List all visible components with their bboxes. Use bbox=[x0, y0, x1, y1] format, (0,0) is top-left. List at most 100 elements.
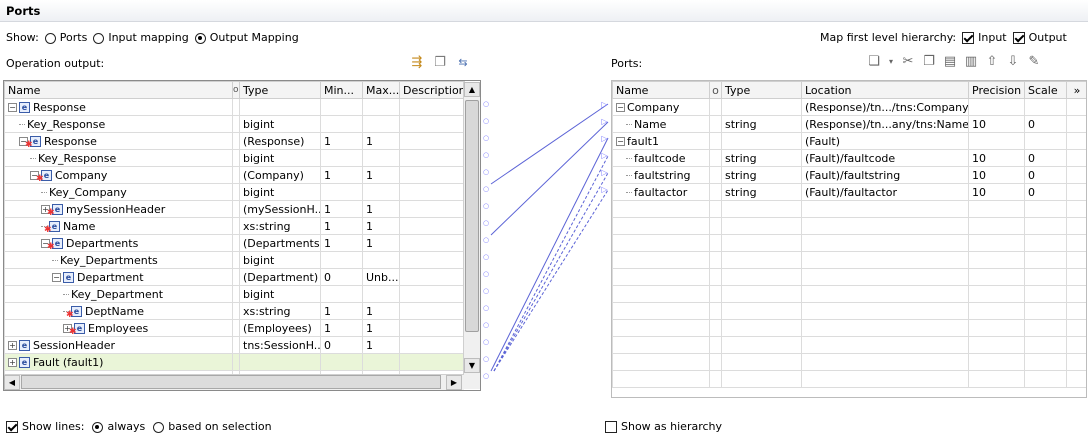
show-as-hierarchy-label[interactable]: Show as hierarchy bbox=[621, 419, 722, 435]
col-min[interactable]: Min... bbox=[320, 81, 363, 99]
row-o-cell[interactable] bbox=[232, 149, 240, 167]
port-location[interactable]: (Response)/tn...any/tns:Name bbox=[801, 115, 969, 133]
row-min[interactable] bbox=[320, 98, 363, 116]
row-max[interactable] bbox=[362, 98, 400, 116]
row-name-cell[interactable]: +emySessionHeader bbox=[4, 200, 233, 218]
expand-icon[interactable]: + bbox=[8, 358, 17, 367]
row-description[interactable] bbox=[399, 217, 465, 235]
port-location[interactable]: (Fault)/faultactor bbox=[801, 183, 969, 201]
row-type[interactable] bbox=[239, 98, 321, 116]
horizontal-scroll-thumb[interactable] bbox=[21, 375, 441, 389]
input-port-arrow[interactable]: ▷ bbox=[598, 181, 611, 198]
port-name-cell[interactable]: − fault1 bbox=[612, 132, 710, 150]
link-faultcode[interactable] bbox=[493, 155, 609, 372]
row-name-cell[interactable]: −eResponse bbox=[4, 132, 233, 150]
port-extra-cell[interactable] bbox=[1066, 149, 1086, 167]
table-row[interactable]: −eCompany(Company)11 bbox=[4, 166, 465, 184]
row-min[interactable] bbox=[320, 183, 363, 201]
port-type[interactable] bbox=[721, 132, 802, 150]
col-location[interactable]: Location bbox=[801, 81, 969, 99]
row-o-cell[interactable] bbox=[232, 336, 240, 354]
port-precision[interactable]: 10 bbox=[968, 166, 1025, 184]
row-type[interactable]: (mySessionH... bbox=[239, 200, 321, 218]
row-name-cell[interactable]: − e Department bbox=[4, 268, 233, 286]
map-icon[interactable]: ⇶ bbox=[409, 55, 425, 71]
row-o-cell[interactable] bbox=[232, 234, 240, 252]
row-name-cell[interactable]: + e SessionHeader bbox=[4, 336, 233, 354]
row-type[interactable]: xs:string bbox=[239, 302, 321, 320]
port-o-cell[interactable] bbox=[709, 149, 722, 167]
row-type[interactable]: (Employees) bbox=[239, 319, 321, 337]
radio-output-mapping-label[interactable]: Output Mapping bbox=[210, 30, 299, 46]
row-max[interactable]: 1 bbox=[362, 132, 400, 150]
table-row[interactable]: − Company (Response)/tn.../tns:Company bbox=[612, 98, 1086, 116]
port-precision[interactable]: 10 bbox=[968, 149, 1025, 167]
row-max[interactable]: 1 bbox=[362, 200, 400, 218]
row-description[interactable] bbox=[399, 302, 465, 320]
table-row[interactable]: eNamexs:string11 bbox=[4, 217, 465, 235]
table-row[interactable]: eDeptNamexs:string11 bbox=[4, 302, 465, 320]
row-type[interactable]: xs:string bbox=[239, 217, 321, 235]
horizontal-scrollbar[interactable]: ◀ ▶ bbox=[4, 374, 464, 390]
row-max[interactable]: 1 bbox=[362, 302, 400, 320]
row-name-cell[interactable]: + e Fault (fault1) bbox=[4, 353, 233, 371]
port-name-cell[interactable]: − Company bbox=[612, 98, 710, 116]
cut-icon[interactable]: ✂ bbox=[900, 54, 916, 70]
output-checkbox[interactable] bbox=[1012, 32, 1025, 44]
row-max[interactable]: 1 bbox=[362, 217, 400, 235]
row-max[interactable] bbox=[362, 285, 400, 303]
col-port-o[interactable]: o bbox=[709, 81, 722, 99]
row-type[interactable]: bigint bbox=[239, 115, 321, 133]
row-description[interactable] bbox=[399, 234, 465, 252]
port-type[interactable]: string bbox=[721, 115, 802, 133]
port-precision[interactable] bbox=[968, 98, 1025, 116]
row-name-cell[interactable]: Key_Response bbox=[4, 115, 233, 133]
row-type[interactable]: bigint bbox=[239, 285, 321, 303]
row-min[interactable]: 1 bbox=[320, 217, 363, 235]
port-type[interactable]: string bbox=[721, 149, 802, 167]
input-port-arrow[interactable]: ▷ bbox=[598, 164, 611, 181]
paste-icon[interactable]: ▤ bbox=[942, 54, 958, 70]
radio-ports-label[interactable]: Ports bbox=[60, 30, 88, 46]
row-name-cell[interactable]: −eResponse bbox=[4, 98, 233, 116]
collapse-icon[interactable]: − bbox=[616, 103, 625, 112]
row-type[interactable]: (Response) bbox=[239, 132, 321, 150]
row-o-cell[interactable] bbox=[232, 132, 240, 150]
row-description[interactable] bbox=[399, 183, 465, 201]
link-faultstring[interactable] bbox=[493, 172, 609, 372]
col-port-name[interactable]: Name bbox=[612, 81, 710, 99]
input-port-arrow[interactable]: ▷ bbox=[598, 147, 611, 164]
row-description[interactable] bbox=[399, 200, 465, 218]
link-fault1[interactable] bbox=[490, 137, 609, 372]
row-min[interactable] bbox=[320, 251, 363, 269]
collapse-icon[interactable]: − bbox=[52, 273, 61, 282]
copy-icon[interactable]: ❐ bbox=[432, 55, 448, 71]
port-location[interactable]: (Response)/tn.../tns:Company bbox=[801, 98, 969, 116]
row-description[interactable] bbox=[399, 319, 465, 337]
table-row[interactable]: − e Response bbox=[4, 98, 465, 116]
row-type[interactable]: bigint bbox=[239, 183, 321, 201]
table-row[interactable]: Name string (Response)/tn...any/tns:Name 10… bbox=[612, 115, 1086, 133]
col-type[interactable]: Type bbox=[239, 81, 321, 99]
radio-always[interactable] bbox=[92, 421, 104, 433]
row-o-cell[interactable] bbox=[232, 166, 240, 184]
row-description[interactable] bbox=[399, 149, 465, 167]
row-max[interactable] bbox=[362, 149, 400, 167]
row-min[interactable]: 0 bbox=[320, 336, 363, 354]
port-precision[interactable] bbox=[968, 132, 1025, 150]
table-row[interactable]: Key_Response bigint bbox=[4, 115, 465, 133]
radio-always-label[interactable]: always bbox=[107, 419, 145, 435]
table-row[interactable]: −eResponse(Response)11 bbox=[4, 132, 465, 150]
new-port-icon[interactable]: ❏ bbox=[866, 54, 882, 70]
col-max[interactable]: Max... bbox=[362, 81, 400, 99]
port-type[interactable]: string bbox=[721, 166, 802, 184]
row-name-cell[interactable]: Key_Departments bbox=[4, 251, 233, 269]
table-row[interactable]: + e Fault (fault1) bbox=[4, 353, 465, 371]
row-name-cell[interactable]: eName bbox=[4, 217, 233, 235]
row-name-cell[interactable]: Key_Department bbox=[4, 285, 233, 303]
table-row[interactable]: Key_Company bigint bbox=[4, 183, 465, 201]
scroll-up-button[interactable]: ▲ bbox=[464, 82, 480, 97]
port-location[interactable]: (Fault)/faultstring bbox=[801, 166, 969, 184]
table-row[interactable]: faultactor string (Fault)/faultactor 10 0 bbox=[612, 183, 1086, 201]
radio-ports[interactable] bbox=[44, 32, 56, 44]
